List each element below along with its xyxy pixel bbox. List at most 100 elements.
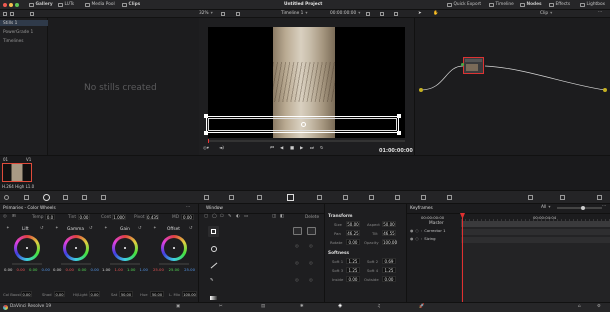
loop-icon[interactable]: ↻ <box>320 146 324 151</box>
timeline-toggle[interactable]: Timeline <box>489 2 514 8</box>
hand-tool-icon[interactable]: ✋ <box>433 11 438 16</box>
minimize-window-button[interactable] <box>9 3 13 7</box>
go-to-end-icon[interactable]: ⏭ <box>310 146 314 151</box>
gain-g-value[interactable]: 1.00 <box>127 267 135 272</box>
qualifier-icon[interactable] <box>257 195 262 200</box>
outside-field[interactable]: 0.00 <box>382 276 396 282</box>
color-wheels-icon[interactable] <box>43 194 50 201</box>
color-page-icon[interactable]: ◈ <box>338 303 342 310</box>
offset-r-value[interactable]: 25.00 <box>153 267 164 272</box>
playhead[interactable] <box>208 139 209 143</box>
pivot-field[interactable]: 0.435 <box>146 214 159 220</box>
highlights-field[interactable]: 0.00 <box>89 291 100 297</box>
inside-field[interactable]: 0.00 <box>346 276 360 282</box>
camera-raw-icon[interactable] <box>4 195 9 200</box>
window-tool-icon[interactable] <box>287 194 294 201</box>
3d-icon[interactable] <box>447 195 452 200</box>
delete-window-button[interactable]: Delete <box>305 215 319 220</box>
master-track-bar[interactable] <box>461 221 610 227</box>
opacity-field[interactable]: 100.00 <box>382 239 397 245</box>
add-curve-window-icon[interactable]: ✎ <box>228 214 232 219</box>
more-options-icon[interactable]: ··· <box>598 10 602 15</box>
zoom-dropdown[interactable]: 32% ▾ <box>199 11 213 16</box>
list-view-icon[interactable] <box>10 12 14 16</box>
window-handle-tr[interactable] <box>397 114 401 118</box>
go-to-start-icon[interactable]: ⏮ <box>270 146 274 151</box>
lift-master-slider[interactable] <box>12 263 42 265</box>
split-screen-icon[interactable] <box>236 12 240 16</box>
window-1-mask-toggle[interactable] <box>307 227 316 235</box>
corrector-1-row[interactable]: ● ○ › Corrector 1 <box>410 229 446 233</box>
invert-icon[interactable]: ◫ <box>272 214 276 219</box>
blur-icon[interactable] <box>369 195 374 200</box>
settings-icon[interactable]: ⚙ <box>597 304 601 309</box>
gamma-picker-icon[interactable]: ✦ <box>55 226 59 231</box>
window-2-mask-icon[interactable]: ◎ <box>309 244 313 249</box>
window-1-invert-toggle[interactable] <box>293 227 302 235</box>
lift-b-value[interactable]: 0.00 <box>42 267 50 272</box>
quick-export-button[interactable]: Quick Export <box>447 2 481 8</box>
fullscreen-icon[interactable] <box>394 12 398 16</box>
motion-effects-icon[interactable] <box>82 195 87 200</box>
stop-icon[interactable]: ■ <box>290 146 294 151</box>
corrector-node[interactable] <box>463 57 484 74</box>
window-4-mask-icon[interactable]: ◎ <box>309 278 313 283</box>
grid-toggle-icon[interactable]: ⊞ <box>12 214 16 219</box>
info-icon[interactable] <box>597 195 602 200</box>
magic-mask-icon[interactable] <box>343 195 348 200</box>
lift-g-value[interactable]: 0.00 <box>29 267 37 272</box>
gamma-g-value[interactable]: 0.00 <box>78 267 86 272</box>
add-gradient-window-icon[interactable]: ◐ <box>236 214 240 219</box>
window-handle-bl[interactable] <box>204 131 208 135</box>
soft4-field[interactable]: 1.25 <box>382 267 396 273</box>
project-manager-icon[interactable]: ⌂ <box>578 304 581 309</box>
gain-b-value[interactable]: 1.00 <box>140 267 148 272</box>
volume-icon[interactable]: ◄) <box>219 146 224 151</box>
soft1-field[interactable]: 1.25 <box>346 258 360 264</box>
lift-r-value[interactable]: 0.00 <box>17 267 25 272</box>
curves-icon[interactable] <box>204 195 209 200</box>
add-rectangle-icon[interactable]: ▭ <box>244 214 248 219</box>
curve-window-item[interactable]: ✎ <box>208 277 219 288</box>
gamma-color-wheel[interactable] <box>63 235 89 261</box>
close-window-button[interactable] <box>3 3 7 7</box>
gain-r-value[interactable]: 1.00 <box>115 267 123 272</box>
circle-window-item[interactable] <box>208 243 219 254</box>
gain-y-value[interactable]: 1.00 <box>102 267 110 272</box>
window-handle-br[interactable] <box>397 131 401 135</box>
gamma-b-value[interactable]: 0.00 <box>91 267 99 272</box>
lift-picker-icon[interactable]: ✦ <box>6 226 10 231</box>
pan-field[interactable]: 46.25 <box>346 230 360 236</box>
saturation-field[interactable]: 50.00 <box>119 291 133 297</box>
gain-picker-icon[interactable]: ✦ <box>104 226 108 231</box>
aspect-field[interactable]: 50.00 <box>382 221 396 227</box>
effects-toggle[interactable]: Effects <box>549 2 570 8</box>
cut-page-icon[interactable]: ✂ <box>219 304 223 309</box>
window-handle-tl[interactable] <box>204 114 208 118</box>
mask-icon[interactable]: ◧ <box>280 214 284 219</box>
lift-y-value[interactable]: 0.00 <box>4 267 12 272</box>
rectangle-window-item[interactable] <box>208 226 219 237</box>
viewer-mode-icon[interactable] <box>366 12 370 16</box>
album-timelines[interactable]: Timelines <box>3 39 24 44</box>
keyframes-filter-dropdown[interactable]: All ▾ <box>541 205 551 210</box>
window-4-toggle-icon[interactable]: ◎ <box>295 278 299 283</box>
polygon-window-item[interactable] <box>208 260 219 271</box>
scrubber-bar[interactable] <box>208 140 405 142</box>
lum-mix-field[interactable]: 100.00 <box>182 291 197 297</box>
gamma-reset-icon[interactable]: ↺ <box>89 226 93 231</box>
contrast-field[interactable]: 1.000 <box>112 214 126 220</box>
sizing-track[interactable] <box>461 237 610 243</box>
node-input-icon[interactable] <box>419 88 423 92</box>
gain-color-wheel[interactable] <box>112 235 138 261</box>
pointer-tool-icon[interactable]: ➤ <box>418 11 422 16</box>
tilt-field[interactable]: 46.55 <box>382 230 396 236</box>
temp-field[interactable]: 0.0 <box>45 214 55 220</box>
soft3-field[interactable]: 1.25 <box>346 267 360 273</box>
play-icon[interactable]: ▶ <box>300 146 303 151</box>
offset-reset-icon[interactable]: ↺ <box>189 226 193 231</box>
clips-button[interactable]: Clips <box>122 2 140 8</box>
corrector-1-track[interactable] <box>461 229 610 235</box>
add-polygon-window-icon[interactable]: ⬠ <box>220 214 224 219</box>
color-warper-icon[interactable] <box>229 195 234 200</box>
